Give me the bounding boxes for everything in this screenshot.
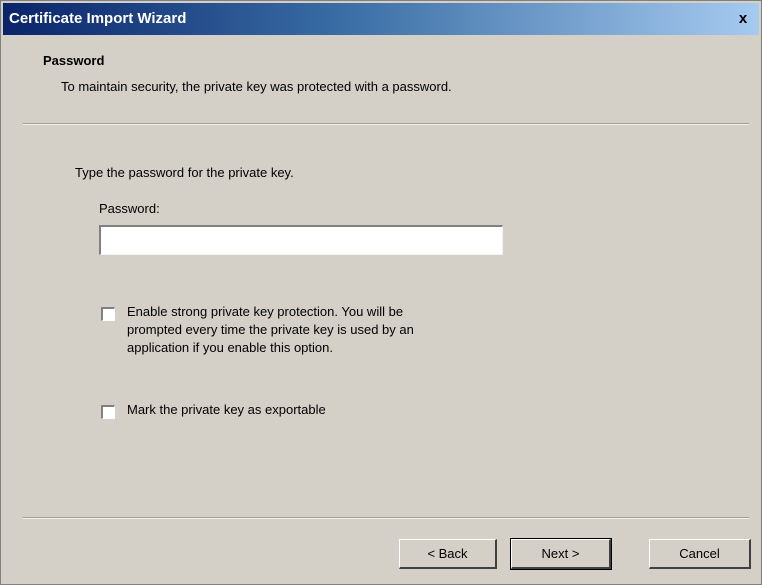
page-title: Password bbox=[43, 53, 105, 68]
next-button[interactable]: Next > bbox=[510, 538, 612, 570]
strong-protection-label-line3: application if you enable this option. bbox=[127, 340, 333, 355]
title-bar[interactable]: Certificate Import Wizard x bbox=[3, 3, 759, 35]
exportable-label[interactable]: Mark the private key as exportable bbox=[127, 401, 326, 419]
footer-divider bbox=[23, 517, 749, 519]
window-title: Certificate Import Wizard bbox=[9, 10, 187, 27]
header-divider bbox=[23, 123, 749, 125]
exportable-checkbox[interactable] bbox=[101, 405, 115, 419]
back-button[interactable]: < Back bbox=[399, 539, 497, 569]
password-field[interactable] bbox=[99, 225, 503, 255]
strong-protection-label[interactable]: Enable strong private key protection. Yo… bbox=[127, 303, 414, 357]
strong-protection-checkbox[interactable] bbox=[101, 307, 115, 321]
cancel-button[interactable]: Cancel bbox=[649, 539, 751, 569]
close-icon[interactable]: x bbox=[733, 9, 753, 29]
wizard-header: Password To maintain security, the priva… bbox=[3, 35, 759, 123]
strong-protection-label-line2: prompted every time the private key is u… bbox=[127, 322, 414, 337]
strong-protection-label-line1: Enable strong private key protection. Yo… bbox=[127, 304, 404, 319]
page-subtitle: To maintain security, the private key wa… bbox=[61, 79, 452, 94]
instruction-text: Type the password for the private key. bbox=[75, 165, 294, 180]
password-label: Password: bbox=[99, 201, 160, 216]
certificate-import-wizard-window: Certificate Import Wizard x Password To … bbox=[0, 0, 762, 585]
